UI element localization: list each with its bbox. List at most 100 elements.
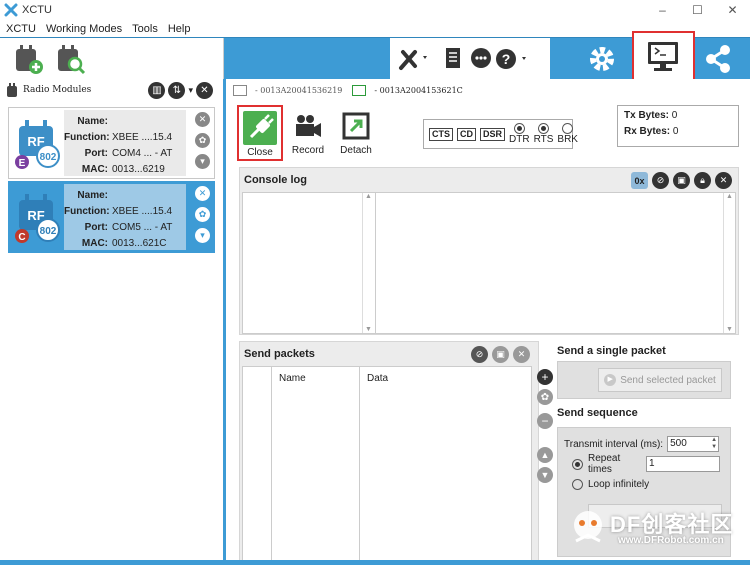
function-value: XBEE ....15.4 bbox=[112, 131, 173, 143]
bottom-status-strip bbox=[0, 560, 750, 565]
send-selected-packet-button[interactable]: ▶ Send selected packet bbox=[598, 368, 722, 392]
discover-radio-icon[interactable]: ✿ bbox=[195, 207, 210, 222]
menu-help[interactable]: Help bbox=[168, 23, 191, 35]
rf-module-icon: RF 802 C bbox=[15, 194, 60, 243]
tab-console-6219[interactable]: - 0013A20041536219 bbox=[233, 84, 342, 96]
tools-button[interactable] bbox=[396, 41, 432, 77]
cts-indicator: CTS bbox=[429, 127, 453, 141]
configuration-mode-button[interactable] bbox=[584, 41, 620, 77]
add-module-button[interactable] bbox=[10, 41, 46, 77]
tools-icon bbox=[399, 50, 427, 70]
detach-button[interactable]: Detach bbox=[333, 105, 379, 161]
play-icon: ▶ bbox=[604, 374, 617, 386]
module-info: Name: Function: XBEE ....15.4 Port: COM5 .… bbox=[64, 184, 186, 250]
remove-all-modules-icon[interactable]: ✕ bbox=[196, 82, 213, 99]
close-console-icon[interactable]: ✕ bbox=[715, 172, 732, 189]
chat-icon bbox=[471, 48, 491, 68]
add-packet-icon[interactable]: + bbox=[537, 369, 553, 385]
move-up-icon[interactable]: ▲ bbox=[537, 447, 553, 463]
consoles-mode-button[interactable] bbox=[632, 31, 695, 83]
radio-module-card[interactable]: RF 802 E Name: Function: XBEE ....15.4 Po… bbox=[8, 107, 215, 179]
line-status-box: CTS CD DSR DTR RTS BRK bbox=[423, 119, 578, 149]
watermark: DF创客社区 www.DFRobot.com.cn bbox=[566, 505, 750, 550]
loop-infinitely-radio[interactable] bbox=[572, 478, 583, 490]
network-mode-button[interactable] bbox=[700, 41, 736, 77]
menu-working-modes[interactable]: Working Modes bbox=[46, 23, 122, 35]
dtr-toggle[interactable]: DTR bbox=[509, 123, 530, 145]
repeat-times-input[interactable]: 1 bbox=[646, 456, 720, 472]
rf-module-icon: RF 802 E bbox=[15, 120, 60, 169]
name-label: Name: bbox=[77, 189, 108, 201]
byte-counters: Tx Bytes: 0 Rx Bytes: 0 bbox=[617, 105, 739, 147]
close-connection-button[interactable]: Close bbox=[237, 105, 283, 161]
rts-radio[interactable] bbox=[537, 123, 549, 134]
brk-toggle[interactable]: BRK bbox=[557, 123, 578, 145]
radio-modules-title: Radio Modules bbox=[23, 85, 92, 95]
expand-module-icon[interactable]: ▾ bbox=[195, 154, 210, 169]
function-label: Function: bbox=[64, 131, 110, 143]
remove-module-icon[interactable]: ✕ bbox=[195, 112, 210, 127]
rts-toggle[interactable]: RTS bbox=[533, 123, 554, 145]
dtr-label: DTR bbox=[509, 134, 530, 145]
console-log-body[interactable]: ▲ ▼ ▲ ▼ bbox=[242, 192, 736, 334]
close-label: Close bbox=[247, 147, 273, 158]
dtr-radio[interactable] bbox=[513, 123, 525, 134]
module-list-icon[interactable]: ▥ bbox=[148, 82, 166, 99]
function-label: Function: bbox=[64, 205, 110, 217]
plug-icon bbox=[243, 111, 277, 145]
rts-label: RTS bbox=[533, 134, 554, 145]
discover-radio-icon[interactable]: ✿ bbox=[195, 133, 210, 148]
edit-packet-icon[interactable]: ✿ bbox=[537, 389, 553, 405]
save-console-icon[interactable]: ▣ bbox=[673, 172, 690, 189]
ascii-scrollbar[interactable]: ▲ ▼ bbox=[362, 193, 374, 333]
console-log-title: Console log bbox=[244, 174, 307, 186]
brk-label: BRK bbox=[557, 134, 578, 145]
expand-module-icon[interactable]: ▾ bbox=[195, 228, 210, 243]
video-camera-icon bbox=[291, 109, 325, 143]
repeat-times-label: Repeat times bbox=[588, 453, 621, 475]
remove-packets-icon[interactable]: ✕ bbox=[513, 346, 530, 363]
send-packets-title: Send packets bbox=[244, 348, 315, 360]
record-button[interactable]: Record bbox=[285, 105, 331, 161]
svg-text:E: E bbox=[19, 158, 26, 169]
clear-console-icon[interactable]: ⊘ bbox=[652, 172, 669, 189]
close-window-button[interactable]: ✕ bbox=[715, 0, 750, 20]
sort-modules-icon[interactable]: ⇅ bbox=[168, 82, 186, 99]
port-value: COM4 ... - AT bbox=[112, 147, 173, 159]
network-icon bbox=[706, 45, 730, 73]
repeat-times-radio[interactable] bbox=[572, 458, 583, 470]
move-down-icon[interactable]: ▼ bbox=[537, 467, 553, 483]
hex-toggle-button[interactable]: 0x bbox=[631, 172, 648, 189]
port-label: Port: bbox=[84, 221, 108, 233]
svg-text:?: ? bbox=[502, 51, 511, 67]
menu-xctu[interactable]: XCTU bbox=[6, 23, 36, 35]
packets-table[interactable]: Name Data bbox=[242, 366, 532, 565]
mac-value: 0013...6219 bbox=[112, 163, 165, 175]
transmit-interval-input[interactable]: 500 ▲ ▼ bbox=[667, 436, 720, 452]
help-button[interactable]: ? bbox=[494, 41, 530, 77]
tab-console-621c[interactable]: - 0013A2004153621C bbox=[352, 84, 463, 96]
lock-icon[interactable]: 🔒︎ bbox=[694, 172, 711, 189]
mac-label: MAC: bbox=[81, 163, 108, 175]
interval-spinner-icon[interactable]: ▲ ▼ bbox=[711, 437, 717, 451]
maximize-button[interactable]: ☐ bbox=[680, 0, 715, 20]
delete-packet-icon[interactable]: − bbox=[537, 413, 553, 429]
brk-radio[interactable] bbox=[562, 123, 574, 134]
radio-module-card-selected[interactable]: RF 802 C Name: Function: XBEE ....15.4 Po… bbox=[8, 181, 215, 253]
detach-icon bbox=[339, 109, 373, 143]
sort-dropdown-icon[interactable]: ▾ bbox=[188, 82, 193, 99]
save-packets-icon[interactable]: ▣ bbox=[492, 346, 509, 363]
hex-scrollbar[interactable]: ▲ ▼ bbox=[723, 193, 735, 333]
consoles-area: - 0013A20041536219 - 0013A2004153621C Cl… bbox=[229, 79, 750, 565]
transmit-interval-value: 500 bbox=[670, 438, 687, 449]
toolbar-left-area bbox=[0, 38, 224, 80]
minimize-button[interactable]: – bbox=[645, 0, 680, 20]
load-packets-icon[interactable]: ⊘ bbox=[471, 346, 488, 363]
console-tabs: - 0013A20041536219 - 0013A2004153621C bbox=[229, 79, 750, 101]
mac-value: 0013...621C bbox=[112, 237, 167, 249]
discover-icon bbox=[58, 45, 86, 75]
discover-modules-button[interactable] bbox=[52, 41, 88, 77]
watermark-logo-icon bbox=[574, 511, 602, 543]
remove-module-icon[interactable]: ✕ bbox=[195, 186, 210, 201]
menu-tools[interactable]: Tools bbox=[132, 23, 158, 35]
